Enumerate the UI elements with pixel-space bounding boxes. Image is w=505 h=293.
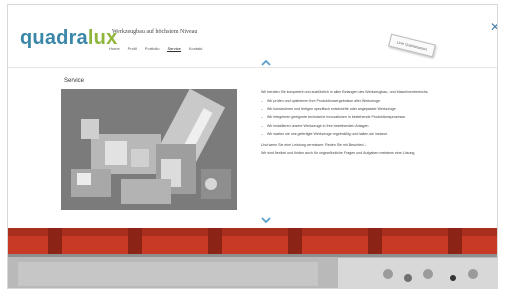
chevron-up-icon[interactable] [261,60,271,66]
header-divider [8,67,497,68]
service-list: Wir prüfen und optimieren Ihre Produktio… [261,98,476,138]
list-item: Wir prüfen und optimieren Ihre Produktio… [261,98,476,105]
logo-part-quadra: quadra [20,27,88,49]
list-item: Wir integrieren geeignete technische Inn… [261,114,476,121]
list-item: Wir konstruieren und fertigen spezifisch… [261,106,476,113]
list-item: Wir warten sie uns gefertigte Werkzeuge … [261,131,476,138]
tagline: Werkzeugbau auf höchstem Niveau [112,29,198,35]
main-nav: Home Profil Portfolio Service Kontakt [109,46,202,52]
quality-stamp: Linie Qualitätsarbeit [388,33,436,58]
nav-item-portfolio[interactable]: Portfolio [145,46,160,52]
chevron-down-icon[interactable] [261,217,271,223]
nav-item-service[interactable]: Service [167,46,181,52]
browser-frame: quadralux Werkzeugbau auf höchstem Nivea… [7,4,498,289]
nav-item-home[interactable]: Home [109,46,120,52]
intro-text: Wir beraten Sie kompetent und ausführlic… [261,90,429,94]
close-icon[interactable]: ✕ [490,20,497,34]
service-text: Wir beraten Sie kompetent und ausführlic… [261,89,476,159]
tooling-photo [61,89,237,210]
nav-item-kontakt[interactable]: Kontakt [189,46,203,52]
outro-text-1: Und wenn Sie eine Leistung vermissen: Re… [261,142,367,147]
nav-item-profil[interactable]: Profil [128,46,137,52]
section-title: Service [64,78,85,84]
list-item: Wir installieren unsere Werkzeuge in Ihr… [261,123,476,130]
background-photo-strip [8,228,497,288]
outro-text-2: Wir sind flexibel und finden auch für un… [261,151,416,156]
quadralux-logo[interactable]: quadralux [20,27,117,50]
